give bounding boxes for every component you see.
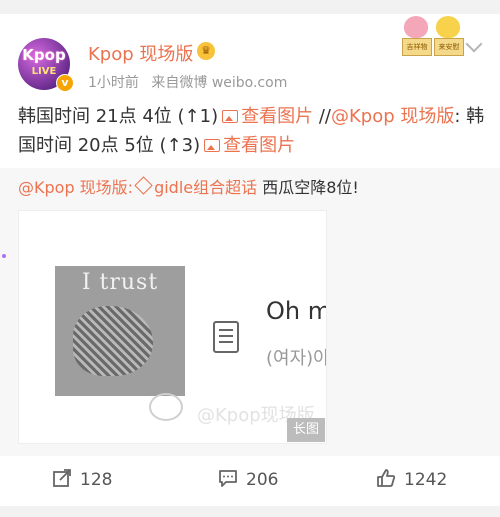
lyrics-icon: [213, 321, 239, 353]
repost-button[interactable]: 128: [52, 468, 112, 492]
repost-count: 128: [80, 470, 113, 490]
repost-mention-link[interactable]: @Kpop 现场版:: [18, 178, 133, 197]
like-count: 1242: [404, 470, 448, 490]
sticker-pink: 吉祥物: [402, 16, 432, 56]
album-cover: I trust: [55, 266, 185, 396]
picture-icon: [204, 139, 221, 152]
vip-crown-icon: ♛: [197, 42, 215, 60]
weibo-logo-icon: [149, 393, 183, 421]
topic-link[interactable]: gidle组合超话: [154, 178, 257, 197]
song-title: Oh my god: [266, 297, 326, 325]
long-image-card[interactable]: I trust Oh my god (여자)아이들 @Kpop现场版: [18, 210, 327, 444]
sticker-yellow: 来安慰: [434, 16, 464, 56]
comment-count: 206: [246, 470, 279, 490]
verified-badge-icon: v: [56, 74, 74, 92]
long-image-badge: 长图: [287, 418, 325, 442]
post-meta: 1小时前 来自微博 weibo.com: [88, 72, 295, 92]
picture-icon: [222, 110, 239, 123]
album-title: I trust: [81, 270, 159, 295]
indicator-dot: [2, 254, 6, 258]
thumbs-up-icon: [377, 469, 396, 487]
share-icon: [53, 469, 71, 487]
post-text-line1: 韩国时间 21点 4位 (↑1): [18, 106, 219, 127]
album-art: [73, 306, 153, 376]
like-button[interactable]: 1242: [376, 468, 447, 492]
post-body: 韩国时间 21点 4位 (↑1) 查看图片 //@Kpop 现场版: 韩国时间 2…: [18, 102, 488, 160]
repost-separator: //: [313, 106, 331, 127]
post-source: 来自微博 weibo.com: [151, 75, 288, 91]
avatar-text: Kpop: [22, 46, 66, 64]
view-picture-link[interactable]: 查看图片: [218, 106, 313, 127]
top-separator: [0, 0, 500, 14]
sticker-label: 吉祥物: [402, 38, 432, 56]
sticker-decoration: 吉祥物 来安慰: [402, 16, 464, 60]
view-picture-link-2[interactable]: 查看图片: [200, 135, 295, 156]
action-bar: 128 206 1242: [0, 456, 500, 506]
super-topic-icon: [134, 176, 153, 195]
comment-icon: [219, 470, 237, 487]
sticker-label: 来安慰: [434, 38, 464, 56]
repost-message: 西瓜空降8位!: [257, 178, 359, 197]
mention-link[interactable]: @Kpop 现场版: [331, 106, 454, 127]
reposted-text: @Kpop 现场版: gidle组合超话 西瓜空降8位!: [18, 176, 488, 200]
bottom-separator: [0, 506, 500, 517]
song-artist: (여자)아이들: [266, 348, 326, 369]
post-time: 1小时前: [88, 75, 139, 91]
author-name[interactable]: Kpop 现场版: [88, 40, 193, 66]
chevron-down-icon[interactable]: [465, 35, 483, 53]
comment-button[interactable]: 206: [218, 468, 278, 492]
